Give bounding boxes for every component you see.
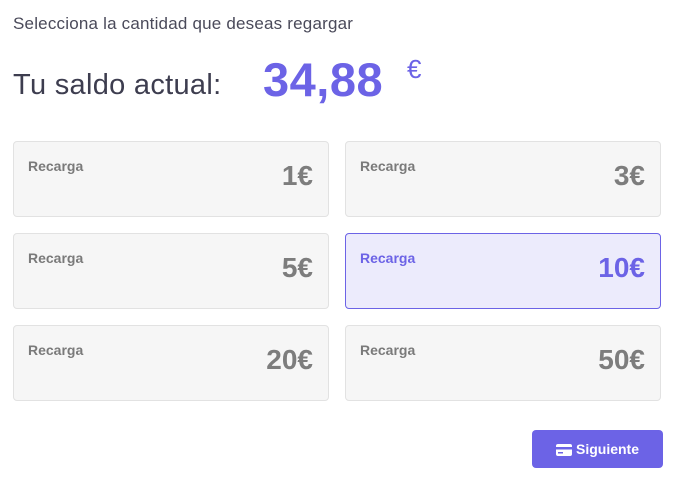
next-button[interactable]: Siguiente <box>532 430 663 468</box>
recharge-option-label: Recarga <box>28 250 84 266</box>
credit-card-icon <box>555 443 572 456</box>
recharge-option-label: Recarga <box>360 158 416 174</box>
recharge-option-amount: 50€ <box>598 344 645 375</box>
recharge-option-label: Recarga <box>360 342 416 358</box>
recharge-option-20[interactable]: Recarga 20€ <box>13 325 329 401</box>
recharge-option-amount: 1€ <box>281 160 313 191</box>
recharge-option-amount: 10€ <box>598 252 645 283</box>
recharge-option-5[interactable]: Recarga 5€ <box>13 233 329 309</box>
recharge-option-label: Recarga <box>360 250 416 266</box>
recharge-option-label: Recarga <box>28 342 84 358</box>
recharge-option-amount: 20€ <box>266 344 313 375</box>
balance-currency: € <box>407 54 422 84</box>
recharge-option-10[interactable]: Recarga 10€ <box>345 233 661 309</box>
recharge-option-50[interactable]: Recarga 50€ <box>345 325 661 401</box>
recharge-option-1[interactable]: Recarga 1€ <box>13 141 329 217</box>
balance-value: 34,88 <box>263 53 384 106</box>
recharge-option-amount: 3€ <box>613 160 645 191</box>
balance-label: Tu saldo actual: <box>13 69 222 101</box>
instruction-text: Selecciona la cantidad que deseas regarg… <box>13 14 354 33</box>
balance-row: Tu saldo actual: 34,88 € <box>13 52 613 112</box>
next-button-label: Siguiente <box>575 441 639 457</box>
recharge-option-amount: 5€ <box>281 252 313 283</box>
recharge-option-3[interactable]: Recarga 3€ <box>345 141 661 217</box>
recharge-option-label: Recarga <box>28 158 84 174</box>
recharge-options-grid: Recarga 1€ Recarga 3€ Recarga 5€ Recarga… <box>13 141 663 402</box>
